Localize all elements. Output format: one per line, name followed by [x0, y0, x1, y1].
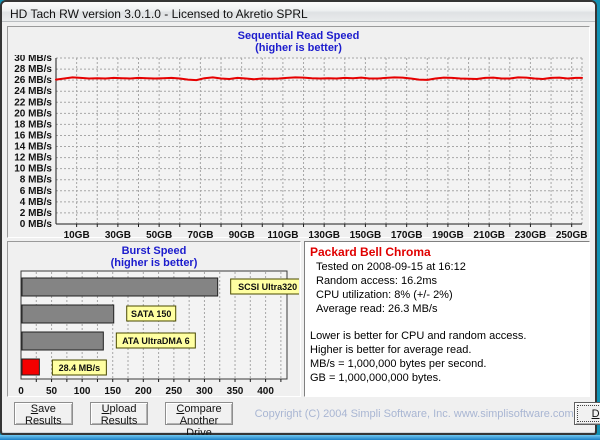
svg-text:28 MB/s: 28 MB/s — [14, 64, 52, 75]
svg-text:250: 250 — [166, 386, 183, 397]
svg-text:0 MB/s: 0 MB/s — [19, 219, 52, 230]
sequential-read-panel: Sequential Read Speed (higher is better)… — [7, 26, 590, 238]
drive-stat-line: Tested on 2008-09-15 at 16:12 — [310, 260, 584, 274]
svg-text:4 MB/s: 4 MB/s — [19, 197, 52, 208]
sequential-read-title: Sequential Read Speed — [8, 30, 589, 42]
svg-text:30GB: 30GB — [104, 230, 130, 241]
svg-text:250GB: 250GB — [555, 230, 587, 241]
svg-text:90GB: 90GB — [228, 230, 254, 241]
burst-speed-title: Burst Speed — [8, 245, 300, 257]
svg-text:14 MB/s: 14 MB/s — [14, 142, 52, 153]
svg-text:2 MB/s: 2 MB/s — [19, 208, 52, 219]
legend-notes: Lower is better for CPU and random acces… — [310, 329, 584, 385]
client-area: Sequential Read Speed (higher is better)… — [2, 22, 595, 431]
svg-text:ATA UltraDMA 6: ATA UltraDMA 6 — [122, 336, 190, 346]
legend-note-line: Lower is better for CPU and random acces… — [310, 329, 584, 343]
svg-text:0: 0 — [18, 386, 24, 397]
copyright-text: Copyright (C) 2004 Simpli Software, Inc.… — [255, 408, 574, 420]
footer-bar: Save Results Upload Results Compare Anot… — [7, 397, 590, 430]
burst-speed-panel: Burst Speed (higher is better) SCSI Ultr… — [7, 241, 301, 397]
svg-text:190GB: 190GB — [432, 230, 464, 241]
svg-text:SATA 150: SATA 150 — [131, 309, 171, 319]
save-results-button[interactable]: Save Results — [14, 402, 73, 425]
drive-stat-line: Random access: 16.2ms — [310, 274, 584, 288]
svg-text:130GB: 130GB — [308, 230, 340, 241]
sequential-read-subtitle: (higher is better) — [8, 42, 589, 54]
svg-text:50GB: 50GB — [146, 230, 172, 241]
svg-text:400: 400 — [257, 386, 274, 397]
svg-text:300: 300 — [196, 386, 213, 397]
svg-text:10 MB/s: 10 MB/s — [14, 164, 52, 175]
desktop-edge-strip — [0, 435, 600, 440]
drive-info-panel: Packard Bell Chroma Tested on 2008-09-15… — [304, 241, 590, 397]
svg-text:350: 350 — [227, 386, 244, 397]
svg-text:28.4 MB/s: 28.4 MB/s — [59, 363, 101, 373]
svg-text:70GB: 70GB — [187, 230, 213, 241]
svg-text:230GB: 230GB — [514, 230, 546, 241]
svg-text:50: 50 — [46, 386, 58, 397]
compare-label: ompare Another Drive — [180, 403, 222, 439]
drive-name: Packard Bell Chroma — [310, 245, 584, 260]
svg-text:30 MB/s: 30 MB/s — [14, 55, 52, 64]
burst-speed-subtitle: (higher is better) — [8, 257, 300, 269]
done-button[interactable]: Done — [574, 402, 600, 425]
window-title: HD Tach RW version 3.0.1.0 - Licensed to… — [10, 7, 308, 21]
svg-text:SCSI Ultra320: SCSI Ultra320 — [238, 282, 297, 292]
legend-note-line: Higher is better for average read. — [310, 343, 584, 357]
legend-note-line: GB = 1,000,000,000 bytes. — [310, 371, 584, 385]
svg-text:20 MB/s: 20 MB/s — [14, 108, 52, 119]
drive-stats: Tested on 2008-09-15 at 16:12Random acce… — [310, 260, 584, 316]
svg-text:22 MB/s: 22 MB/s — [14, 97, 52, 108]
svg-text:18 MB/s: 18 MB/s — [14, 119, 52, 130]
svg-text:26 MB/s: 26 MB/s — [14, 75, 52, 86]
title-bar[interactable]: HD Tach RW version 3.0.1.0 - Licensed to… — [2, 2, 595, 22]
hdtach-window: HD Tach RW version 3.0.1.0 - Licensed to… — [0, 0, 597, 435]
compare-another-drive-button[interactable]: Compare Another Drive — [165, 402, 232, 425]
svg-text:12 MB/s: 12 MB/s — [14, 153, 52, 164]
svg-text:150GB: 150GB — [349, 230, 381, 241]
sequential-read-chart: 0 MB/s2 MB/s4 MB/s6 MB/s8 MB/s10 MB/s12 … — [10, 55, 588, 241]
svg-text:8 MB/s: 8 MB/s — [19, 175, 52, 186]
svg-text:6 MB/s: 6 MB/s — [19, 186, 52, 197]
svg-text:150: 150 — [104, 386, 121, 397]
svg-text:100: 100 — [74, 386, 91, 397]
svg-text:200: 200 — [135, 386, 152, 397]
svg-text:24 MB/s: 24 MB/s — [14, 86, 52, 97]
svg-text:10GB: 10GB — [63, 230, 89, 241]
upload-accel: U — [102, 403, 110, 415]
svg-text:16 MB/s: 16 MB/s — [14, 130, 52, 141]
svg-text:110GB: 110GB — [267, 230, 298, 241]
drive-stat-line: Average read: 26.3 MB/s — [310, 302, 584, 316]
bottom-row: Burst Speed (higher is better) SCSI Ultr… — [7, 241, 590, 397]
svg-text:170GB: 170GB — [390, 230, 422, 241]
upload-results-button[interactable]: Upload Results — [90, 402, 149, 425]
legend-note-line: MB/s = 1,000,000 bytes per second. — [310, 357, 584, 371]
svg-text:210GB: 210GB — [473, 230, 505, 241]
drive-stat-line: CPU utilization: 8% (+/- 2%) — [310, 288, 584, 302]
burst-speed-chart: SCSI Ultra320 SATA 150 ATA UltraDMA 6 28.4 … — [9, 270, 299, 401]
done-accel: D — [592, 408, 600, 420]
